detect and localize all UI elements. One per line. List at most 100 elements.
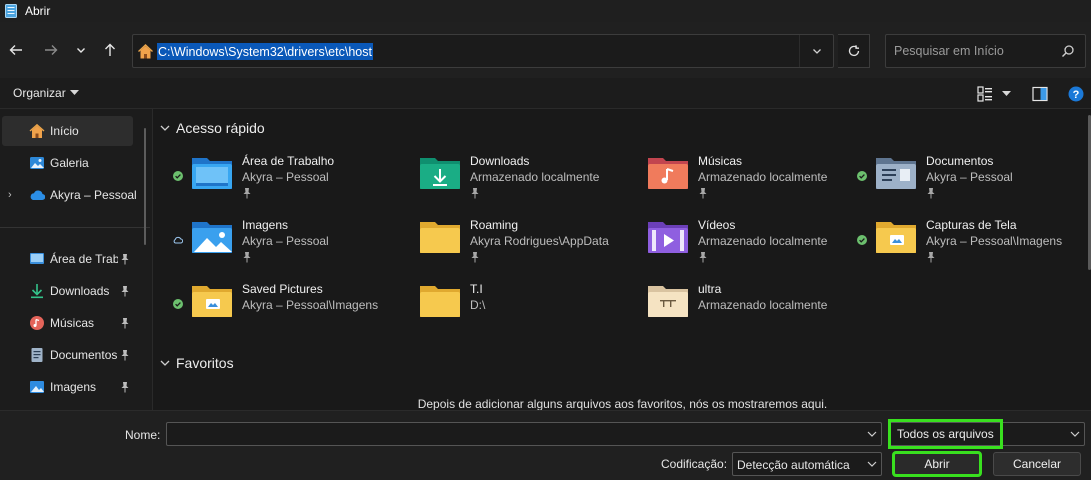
quick-access-item[interactable]: Músicas Armazenado localmente [610, 154, 838, 210]
quick-access-item[interactable]: Saved Pictures Akyra – Pessoal\Imagens [154, 282, 382, 338]
home-icon [138, 44, 153, 59]
back-button[interactable] [6, 40, 26, 60]
address-history-dropdown[interactable] [799, 35, 833, 67]
navigation-bar [0, 22, 1091, 78]
onedrive-cloud-icon [30, 190, 45, 201]
item-location: Armazenado localmente [470, 170, 600, 184]
pin-icon [121, 382, 129, 393]
quick-access-item[interactable]: Imagens Akyra – Pessoal [154, 218, 382, 274]
item-location: Armazenado localmente [698, 298, 828, 312]
gallery-icon [30, 157, 44, 169]
up-button[interactable] [100, 40, 120, 60]
quick-access-item[interactable]: Downloads Armazenado localmente [382, 154, 610, 210]
window-title: Abrir [25, 4, 51, 18]
pin-icon [121, 254, 129, 265]
pin-icon [699, 252, 707, 263]
help-icon: ? [1068, 86, 1084, 101]
file-type-select[interactable]: Todos os arquivos [888, 419, 1085, 449]
favorites-header[interactable]: Favoritos [160, 355, 234, 371]
item-name: Vídeos [698, 218, 736, 232]
sidebar-item-label: Músicas [50, 316, 95, 330]
preview-pane-button[interactable] [1031, 85, 1049, 102]
chevron-down-icon [867, 461, 877, 467]
sidebar-divider [0, 227, 150, 228]
quick-access-item[interactable]: Capturas de Tela Akyra – Pessoal\Imagens [838, 218, 1066, 274]
organize-menu-button[interactable]: Organizar [13, 86, 79, 100]
sidebar-item-label: Downloads [50, 284, 110, 298]
address-input[interactable] [157, 43, 373, 60]
home-icon [29, 123, 45, 138]
search-input[interactable] [894, 44, 1054, 58]
view-options-button[interactable] [976, 85, 994, 102]
address-bar[interactable] [132, 34, 834, 68]
item-name: Documentos [926, 154, 994, 168]
sidebar-item-area-de-trabalho[interactable]: Área de Trabalho [0, 244, 142, 274]
sidebar-item-documentos[interactable]: Documentos [0, 340, 142, 370]
quick-access-item[interactable]: Área de Trabalho Akyra – Pessoal [154, 154, 382, 210]
title-bar: Abrir [0, 0, 1091, 22]
open-button[interactable]: Abrir [892, 451, 982, 477]
item-name: Imagens [242, 218, 289, 232]
chevron-down-icon [160, 360, 170, 366]
item-location: Akyra – Pessoal\Imagens [926, 234, 1063, 248]
quick-access-item[interactable]: ultra Armazenado localmente [610, 282, 838, 338]
desktop-folder-icon [192, 158, 232, 189]
sidebar-item-downloads[interactable]: Downloads [0, 276, 142, 306]
pin-icon [471, 188, 479, 199]
item-name: Área de Trabalho [242, 154, 335, 168]
preview-pane-icon [1032, 86, 1048, 101]
command-toolbar: Organizar ? [0, 78, 1091, 109]
sidebar-item-onedrive[interactable]: › Akyra – Pessoal [0, 180, 142, 210]
chevron-down-icon [160, 125, 170, 131]
quick-access-item[interactable]: Vídeos Armazenado localmente [610, 218, 838, 274]
downloads-folder-icon [420, 158, 460, 189]
pin-icon [699, 188, 707, 199]
desktop-icon [30, 253, 44, 264]
quick-access-item[interactable]: Roaming Akyra Rodrigues\AppData [382, 218, 610, 274]
item-name: ultra [698, 282, 722, 296]
refresh-button[interactable] [838, 34, 870, 68]
encoding-label: Codificação: [661, 457, 728, 471]
sidebar-scrollbar[interactable] [144, 128, 146, 245]
documents-folder-icon [876, 158, 916, 189]
content-area: Acesso rápido Área de Trabalho Akyra – P… [154, 109, 1091, 410]
music-icon [30, 316, 44, 330]
forward-button[interactable] [41, 40, 61, 60]
chevron-down-icon [812, 49, 821, 54]
quick-access-item[interactable]: Documentos Akyra – Pessoal [838, 154, 1066, 210]
item-name: Roaming [470, 218, 519, 232]
file-name-input[interactable] [171, 427, 851, 441]
file-name-combobox[interactable] [166, 422, 882, 446]
synced-check-icon [173, 171, 183, 181]
chevron-down-icon[interactable] [867, 427, 877, 441]
quick-access-item[interactable]: T.I D:\ [382, 282, 610, 338]
sidebar-item-galeria[interactable]: Galeria [0, 148, 142, 178]
item-location: Akyra – Pessoal\Imagens [242, 298, 379, 312]
view-options-dropdown[interactable] [1000, 85, 1012, 102]
chevron-right-icon[interactable]: › [8, 189, 12, 201]
saved-pictures-folder-icon [192, 286, 232, 317]
refresh-icon [848, 45, 859, 57]
sidebar-item-musicas[interactable]: Músicas [0, 308, 142, 338]
file-name-label: Nome: [125, 428, 161, 442]
organize-label: Organizar [13, 86, 66, 100]
sidebar-item-imagens[interactable]: Imagens [0, 372, 142, 402]
pin-icon [243, 252, 251, 263]
search-box[interactable] [885, 34, 1086, 68]
caret-down-icon [69, 90, 79, 95]
quick-access-header[interactable]: Acesso rápido [160, 120, 265, 136]
pin-icon [121, 286, 129, 297]
cancel-button[interactable]: Cancelar [993, 452, 1081, 476]
arrow-right-icon [45, 45, 58, 55]
sidebar-item-inicio[interactable]: Início [2, 116, 133, 146]
caret-down-icon [1001, 90, 1011, 96]
encoding-select[interactable]: Detecção automática [732, 452, 882, 476]
recent-locations-button[interactable] [71, 40, 91, 60]
navigation-pane: Início Galeria › Akyra – Pessoal Área de… [0, 109, 153, 410]
sidebar-item-label: Documentos [50, 348, 118, 362]
pin-icon [121, 318, 129, 329]
pictures-folder-icon [192, 222, 232, 253]
help-button[interactable]: ? [1067, 85, 1085, 102]
quick-access-title: Acesso rápido [176, 120, 265, 136]
synced-check-icon [857, 171, 867, 181]
